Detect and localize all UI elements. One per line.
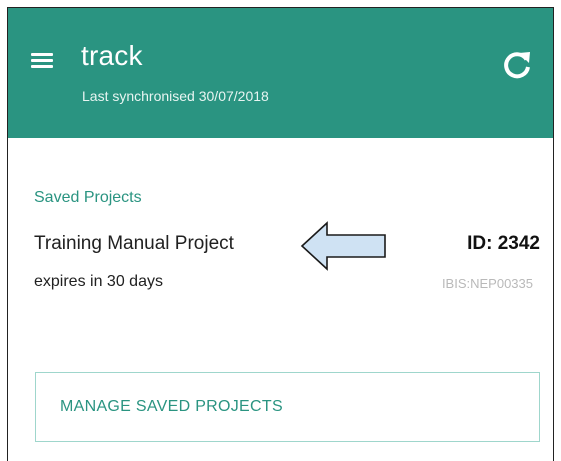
manage-saved-projects-button[interactable]: MANAGE SAVED PROJECTS [35,372,540,442]
app-title: track [81,40,143,71]
app-bar: track Last synchronised 30/07/2018 [8,8,553,138]
main-content: Saved Projects Training Manual Project I… [8,138,553,461]
saved-projects-heading: Saved Projects [34,189,142,206]
app-screen: track Last synchronised 30/07/2018 Saved… [7,7,554,461]
project-expiry: expires in 30 days [34,273,163,290]
left-pointing-arrow-icon [299,220,389,272]
project-name: Training Manual Project [34,233,234,254]
project-code: IBIS:NEP00335 [441,276,533,291]
manage-saved-projects-label: MANAGE SAVED PROJECTS [60,398,283,415]
hamburger-menu-icon[interactable] [31,53,53,69]
last-sync-text: Last synchronised 30/07/2018 [82,88,269,104]
refresh-icon[interactable] [500,48,534,82]
project-id: ID: 2342 [467,233,540,254]
